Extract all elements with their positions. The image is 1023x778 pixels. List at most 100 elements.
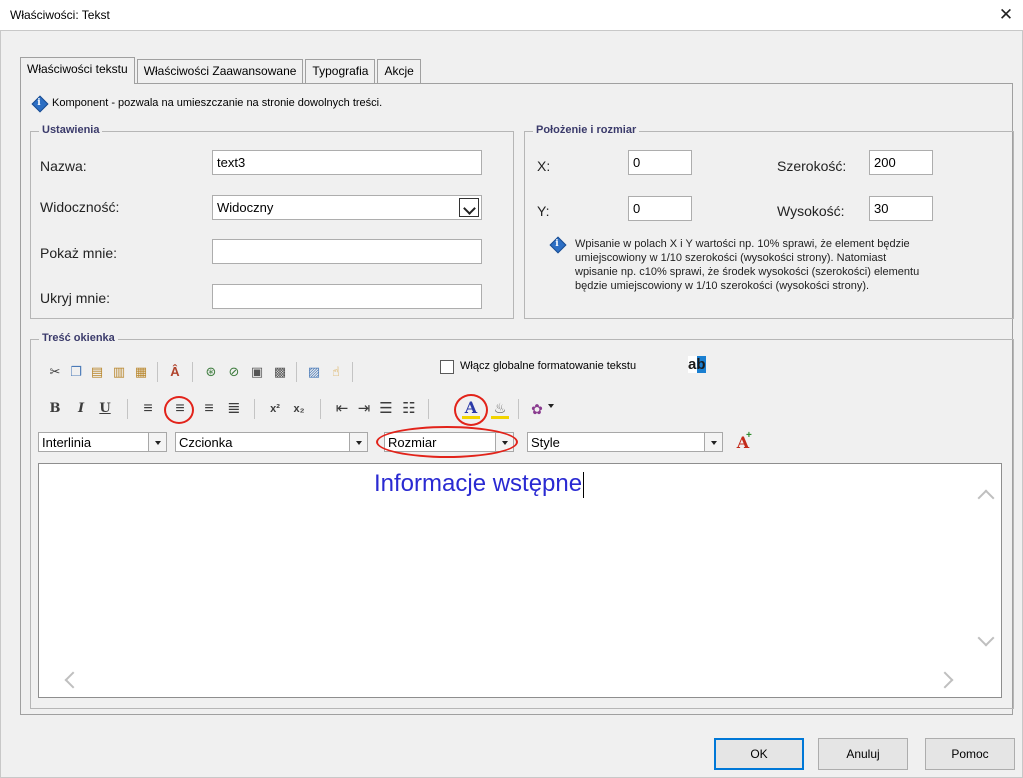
bullet-list-icon[interactable]: ☷ [400, 400, 418, 418]
show-me-input[interactable] [212, 239, 482, 264]
info-icon [32, 96, 46, 110]
help-button[interactable]: Pomoc [925, 738, 1015, 770]
tab-bar: Właściwości tekstu Właściwości Zaawansow… [20, 57, 423, 84]
link-icon[interactable]: ⊛ [202, 363, 220, 381]
subscript-icon[interactable]: x₂ [290, 400, 308, 418]
paste-icon[interactable]: ▤ [88, 363, 106, 381]
tab-advanced-properties[interactable]: Właściwości Zaawansowane [136, 59, 304, 83]
font-size-icon[interactable]: Â [166, 363, 184, 381]
x-label: X: [537, 158, 551, 174]
scroll-down-icon[interactable] [977, 629, 995, 647]
hint-line: będzie umiejscowiony w 1/10 szerokości (… [575, 280, 870, 292]
media-icon[interactable]: ▩ [271, 363, 289, 381]
info-icon [550, 237, 564, 251]
close-icon[interactable]: ✕ [995, 4, 1017, 26]
paste-text-icon[interactable]: ▥ [110, 363, 128, 381]
hide-me-input[interactable] [212, 284, 482, 309]
underline-icon[interactable]: U [96, 400, 114, 418]
width-input[interactable]: 200 [869, 150, 933, 175]
global-format-label: Włącz globalne formatowanie tekstu [460, 360, 637, 372]
global-format-icon-text: ab [688, 356, 706, 373]
chevron-down-icon[interactable] [148, 433, 166, 451]
content-legend: Treść okienka [39, 332, 118, 344]
component-info-text: Komponent - pozwala na umieszczanie na s… [52, 97, 383, 109]
indent-icon[interactable]: ⇥ [355, 400, 373, 418]
cut-icon[interactable]: ✂ [46, 363, 64, 381]
position-size-legend: Położenie i rozmiar [533, 124, 640, 136]
font-combo[interactable]: Czcionka [175, 432, 368, 452]
toolbar-separator [352, 362, 353, 382]
x-input[interactable]: 0 [628, 150, 692, 175]
height-input[interactable]: 30 [869, 196, 933, 221]
toolbar-separator [296, 362, 297, 382]
highlight-circle [164, 396, 194, 424]
width-label: Szerokość: [777, 158, 847, 174]
toolbar-separator [192, 362, 193, 382]
align-justify-icon[interactable]: ≣ [225, 400, 243, 418]
text-caret [583, 471, 585, 498]
visibility-value: Widoczny [217, 200, 274, 215]
background-color-icon[interactable]: ♨ [491, 399, 509, 419]
name-input[interactable]: text3 [212, 150, 482, 175]
pointer-icon[interactable]: ☝ [327, 363, 345, 381]
hide-me-label: Ukryj mnie: [40, 290, 111, 306]
visibility-select[interactable]: Widoczny [212, 195, 482, 220]
paste-word-icon[interactable]: ▦ [132, 363, 150, 381]
plus-icon: + [746, 430, 752, 441]
toolbar-separator [254, 399, 255, 419]
toolbar-separator [428, 399, 429, 419]
highlight-ellipse [376, 426, 518, 458]
anchor-icon[interactable]: ▣ [248, 363, 266, 381]
toolbar-separator [320, 399, 321, 419]
position-hint: Wpisanie w polach X i Y wartości np. 10%… [550, 237, 1002, 293]
show-me-label: Pokaż mnie: [40, 245, 118, 261]
font-value: Czcionka [179, 435, 233, 450]
style-combo[interactable]: Style [527, 432, 723, 452]
highlight-circle [454, 394, 488, 426]
hint-line: Wpisanie w polach X i Y wartości np. 10%… [575, 238, 910, 250]
scroll-right-icon[interactable] [936, 671, 954, 689]
name-label: Nazwa: [40, 158, 87, 174]
toolbar-separator [157, 362, 158, 382]
style-value: Style [531, 435, 560, 450]
chevron-down-icon[interactable] [459, 198, 479, 217]
y-label: Y: [537, 203, 550, 219]
editor-text: Informacje wstępne [374, 470, 583, 497]
tab-typography[interactable]: Typografia [305, 59, 376, 83]
scroll-left-icon[interactable] [64, 671, 82, 689]
title-bar: Właściwości: Tekst ✕ [0, 0, 1023, 30]
chevron-down-icon[interactable] [349, 433, 367, 451]
ok-button[interactable]: OK [714, 738, 804, 770]
chevron-down-icon[interactable] [704, 433, 722, 451]
chevron-down-icon[interactable] [548, 404, 554, 408]
bold-icon[interactable]: B [46, 400, 64, 418]
special-char-icon[interactable]: ✿ [528, 400, 546, 418]
line-spacing-value: Interlinia [42, 435, 92, 450]
tab-actions[interactable]: Akcje [377, 59, 421, 83]
image-icon[interactable]: ▨ [305, 363, 323, 381]
editor-content[interactable]: Informacje wstępne [374, 470, 585, 498]
settings-legend: Ustawienia [39, 124, 103, 136]
tab-text-properties[interactable]: Właściwości tekstu [20, 57, 135, 84]
visibility-label: Widoczność: [40, 199, 120, 215]
toolbar-separator [127, 399, 128, 419]
unlink-icon[interactable]: ⊘ [225, 363, 243, 381]
y-input[interactable]: 0 [628, 196, 692, 221]
italic-icon[interactable]: I [72, 400, 90, 418]
scroll-up-icon[interactable] [977, 489, 995, 507]
copy-icon[interactable]: ❐ [67, 363, 85, 381]
window-title: Właściwości: Tekst [10, 8, 110, 22]
component-info: Komponent - pozwala na umieszczanie na s… [32, 96, 382, 110]
numbered-list-icon[interactable]: ☰ [377, 400, 395, 418]
cancel-button[interactable]: Anuluj [818, 738, 908, 770]
align-right-icon[interactable]: ≡ [200, 400, 218, 418]
superscript-icon[interactable]: x² [266, 400, 284, 418]
rich-text-editor[interactable]: Informacje wstępne [38, 463, 1002, 698]
height-label: Wysokość: [777, 203, 845, 219]
outdent-icon[interactable]: ⇤ [333, 400, 351, 418]
align-left-icon[interactable]: ≡ [139, 400, 157, 418]
global-format-checkbox[interactable] [440, 360, 454, 374]
hint-line: umiejscowiony w 1/10 szerokości (wysokoś… [575, 252, 887, 264]
global-format-icon[interactable]: ab [688, 356, 706, 373]
line-spacing-combo[interactable]: Interlinia [38, 432, 167, 452]
